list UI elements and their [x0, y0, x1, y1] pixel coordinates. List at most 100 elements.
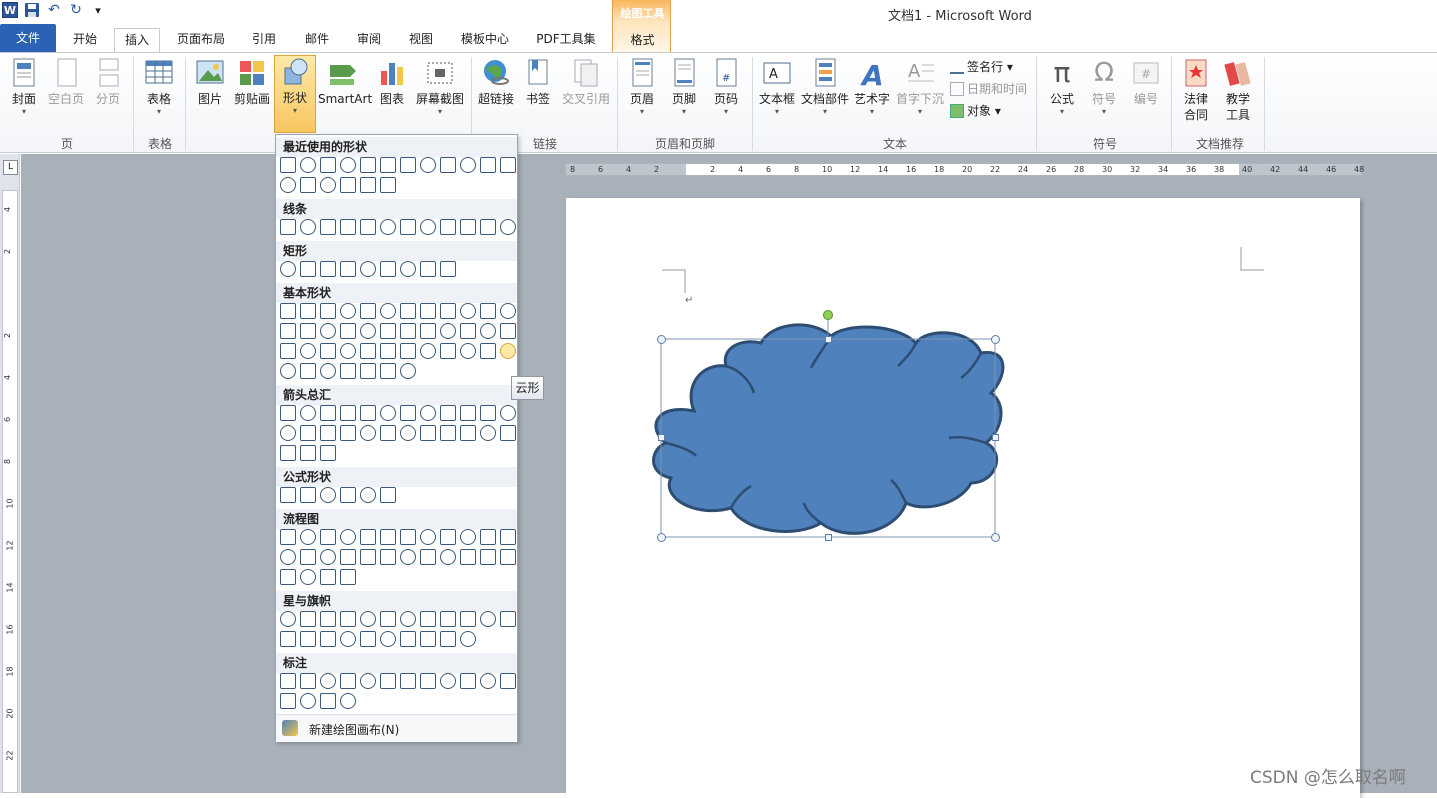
shape-option[interactable] — [360, 363, 376, 379]
shape-option[interactable] — [340, 631, 356, 647]
shape-option[interactable] — [460, 405, 476, 421]
shape-option[interactable] — [300, 405, 316, 421]
shape-option[interactable] — [460, 549, 476, 565]
undo-icon[interactable]: ↶ — [46, 2, 62, 18]
shape-option[interactable] — [480, 343, 496, 359]
shape-option[interactable] — [440, 261, 456, 277]
shape-option[interactable] — [400, 673, 416, 689]
redo-icon[interactable]: ↻ — [68, 2, 84, 18]
shape-option[interactable] — [480, 157, 496, 173]
horizontal-ruler[interactable]: 8 6 4 2 2 4 6 8 10 12 14 16 18 20 22 24 26 28 30 32 34 36 38 40… — [565, 163, 1364, 176]
shape-option[interactable] — [420, 631, 436, 647]
shape-option[interactable] — [340, 673, 356, 689]
shape-option[interactable] — [420, 157, 436, 173]
resize-handle-right[interactable] — [992, 434, 999, 441]
shape-option[interactable] — [320, 303, 336, 319]
signature-line-button[interactable]: 签名行 ▾ — [950, 58, 1013, 75]
shape-option[interactable] — [280, 343, 296, 359]
shape-option[interactable] — [340, 569, 356, 585]
shape-option[interactable] — [440, 631, 456, 647]
shape-option[interactable] — [500, 611, 516, 627]
resize-handle-top[interactable] — [825, 336, 832, 343]
shape-option[interactable] — [480, 405, 496, 421]
tab-selector-button[interactable]: L — [3, 160, 18, 175]
shape-option[interactable] — [400, 549, 416, 565]
shape-option[interactable] — [420, 343, 436, 359]
shape-option[interactable] — [280, 445, 296, 461]
tab-mailings[interactable]: 邮件 — [296, 28, 338, 52]
resize-handle-top-left[interactable] — [657, 335, 666, 344]
shape-option[interactable] — [280, 261, 296, 277]
shape-option[interactable] — [360, 631, 376, 647]
shape-option[interactable] — [360, 303, 376, 319]
shape-option[interactable] — [340, 529, 356, 545]
shape-option[interactable] — [280, 549, 296, 565]
shape-option[interactable] — [400, 363, 416, 379]
shape-option[interactable] — [320, 445, 336, 461]
shape-option[interactable] — [500, 323, 516, 339]
teaching-tools-button[interactable]: 教学 工具 — [1218, 57, 1258, 123]
shape-option[interactable] — [340, 219, 356, 235]
shape-option[interactable] — [320, 631, 336, 647]
shape-option[interactable] — [300, 569, 316, 585]
shape-option[interactable] — [320, 363, 336, 379]
shape-option[interactable] — [360, 673, 376, 689]
shape-option[interactable] — [460, 631, 476, 647]
shape-option[interactable] — [320, 529, 336, 545]
shape-option[interactable] — [360, 219, 376, 235]
shape-option[interactable] — [500, 673, 516, 689]
shape-option[interactable] — [500, 425, 516, 441]
shape-option[interactable] — [440, 405, 456, 421]
shape-option[interactable] — [280, 405, 296, 421]
shape-option[interactable] — [300, 487, 316, 503]
shape-option[interactable] — [360, 343, 376, 359]
shape-option[interactable] — [360, 549, 376, 565]
symbol-button[interactable]: Ω 符号 ▾ — [1084, 57, 1124, 117]
shape-option[interactable] — [300, 611, 316, 627]
clipart-button[interactable]: 剪贴画 — [232, 57, 272, 107]
shape-option[interactable] — [460, 529, 476, 545]
shape-option[interactable] — [300, 445, 316, 461]
picture-button[interactable]: 图片 — [192, 57, 228, 107]
tab-view[interactable]: 视图 — [400, 28, 442, 52]
shape-option[interactable] — [480, 303, 496, 319]
smartart-button[interactable]: SmartArt — [318, 57, 372, 107]
shape-option[interactable] — [420, 405, 436, 421]
shape-option[interactable] — [280, 693, 296, 709]
shape-option[interactable] — [460, 219, 476, 235]
shape-option[interactable] — [320, 611, 336, 627]
chart-button[interactable]: 图表 — [374, 57, 410, 107]
shape-option[interactable] — [320, 693, 336, 709]
blank-page-button[interactable]: 空白页 — [46, 57, 86, 107]
shape-option[interactable] — [300, 303, 316, 319]
document-page[interactable]: ↵ — [566, 198, 1360, 798]
shapes-button[interactable]: 形状 ▾ — [274, 55, 316, 133]
cross-reference-button[interactable]: 交叉引用 — [560, 57, 612, 107]
shape-option[interactable] — [300, 363, 316, 379]
shape-option[interactable] — [320, 343, 336, 359]
shape-option[interactable] — [320, 487, 336, 503]
shape-option[interactable] — [360, 487, 376, 503]
rotate-handle[interactable] — [823, 310, 833, 320]
vertical-ruler[interactable]: 4 2 2 4 6 8 10 12 14 16 18 20 22 — [2, 190, 18, 793]
resize-handle-bottom-left[interactable] — [657, 533, 666, 542]
shape-option[interactable] — [380, 425, 396, 441]
shape-option[interactable] — [380, 177, 396, 193]
shape-option[interactable] — [440, 323, 456, 339]
shape-option[interactable] — [480, 549, 496, 565]
shape-option[interactable] — [380, 673, 396, 689]
shape-option[interactable] — [360, 261, 376, 277]
shape-option[interactable] — [500, 529, 516, 545]
tab-file[interactable]: 文件 — [0, 24, 56, 52]
shape-option[interactable] — [400, 425, 416, 441]
new-drawing-canvas-item[interactable]: 新建绘图画布(N) — [276, 714, 517, 742]
shape-option[interactable] — [380, 157, 396, 173]
shape-option[interactable] — [300, 425, 316, 441]
cloud-shape[interactable] — [652, 323, 1005, 535]
shape-option[interactable] — [500, 405, 516, 421]
shape-option[interactable] — [460, 425, 476, 441]
shape-option[interactable] — [420, 425, 436, 441]
legal-contract-button[interactable]: 法律 合同 — [1176, 57, 1216, 123]
shape-option[interactable] — [400, 631, 416, 647]
shape-option[interactable] — [300, 157, 316, 173]
